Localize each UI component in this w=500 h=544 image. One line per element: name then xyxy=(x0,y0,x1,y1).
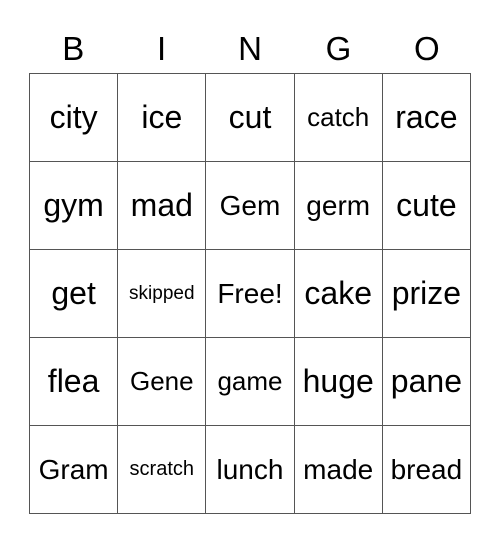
header-letter-n: N xyxy=(238,30,262,67)
bingo-cell[interactable]: Gem xyxy=(206,162,295,250)
bingo-cell[interactable]: Gram xyxy=(30,426,119,514)
bingo-cell[interactable]: pane xyxy=(382,338,471,426)
bingo-cell[interactable]: gym xyxy=(30,162,119,250)
bingo-cell[interactable]: huge xyxy=(294,338,383,426)
bingo-cell[interactable]: cute xyxy=(382,162,471,250)
header-letter-o: O xyxy=(413,30,440,67)
bingo-cell[interactable]: game xyxy=(206,338,295,426)
bingo-cell[interactable]: mad xyxy=(118,162,207,250)
bingo-cell[interactable]: flea xyxy=(30,338,119,426)
header-letter-b: B xyxy=(62,30,85,67)
bingo-cell[interactable]: bread xyxy=(382,426,471,514)
bingo-header: B I N G O xyxy=(29,26,471,72)
bingo-cell[interactable]: get xyxy=(30,250,119,338)
bingo-cell[interactable]: germ xyxy=(294,162,383,250)
bingo-cell[interactable]: scratch xyxy=(118,426,207,514)
bingo-cell[interactable]: made xyxy=(294,426,383,514)
bingo-cell[interactable]: Gene xyxy=(118,338,207,426)
free-space-cell[interactable]: Free! xyxy=(206,250,295,338)
bingo-cell[interactable]: cut xyxy=(206,74,295,162)
header-letter-i: I xyxy=(157,30,167,67)
bingo-cell[interactable]: city xyxy=(30,74,119,162)
header-letter-g: G xyxy=(325,30,352,67)
bingo-cell[interactable]: lunch xyxy=(206,426,295,514)
bingo-cell[interactable]: race xyxy=(382,74,471,162)
bingo-cell[interactable]: cake xyxy=(294,250,383,338)
bingo-cell[interactable]: prize xyxy=(382,250,471,338)
bingo-cell[interactable]: skipped xyxy=(118,250,207,338)
bingo-cell[interactable]: ice xyxy=(118,74,207,162)
bingo-grid: city ice cut catch race gym mad Gem germ… xyxy=(29,73,471,514)
bingo-cell[interactable]: catch xyxy=(294,74,383,162)
